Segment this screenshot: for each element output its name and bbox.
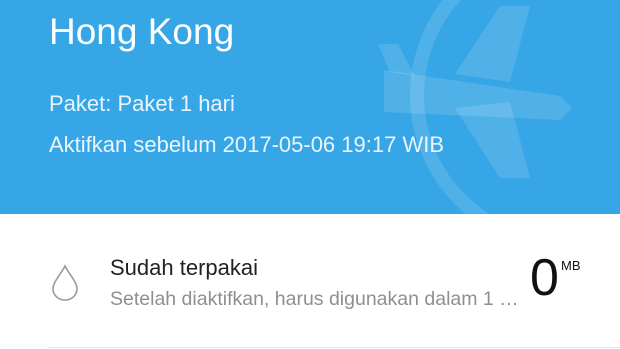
- destination-title: Hong Kong: [49, 11, 235, 52]
- activation-deadline: Aktifkan sebelum 2017-05-06 19:17 WIB: [49, 132, 445, 157]
- usage-description: Setelah diaktifkan, harus digunakan dala…: [110, 288, 520, 310]
- divider: [48, 347, 620, 348]
- water-drop-icon: [52, 264, 78, 301]
- usage-row[interactable]: [0, 214, 620, 349]
- usage-title: Sudah terpakai: [110, 255, 258, 280]
- package-header: Hong Kong Paket: Paket 1 hari Aktifkan s…: [0, 0, 620, 214]
- usage-unit: MB: [561, 258, 581, 273]
- package-plan: Paket: Paket 1 hari: [49, 91, 235, 116]
- usage-value: 0: [530, 249, 559, 307]
